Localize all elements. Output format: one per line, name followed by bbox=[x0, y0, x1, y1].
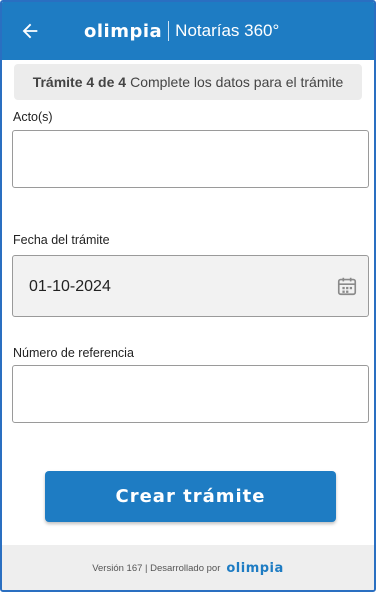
step-banner: Trámite 4 de 4 Complete los datos para e… bbox=[14, 64, 362, 100]
brand-subtitle: Notarías 360° bbox=[175, 21, 280, 40]
brand: OLIMPIA Notarías 360° bbox=[84, 19, 279, 43]
fecha-label: Fecha del trámite bbox=[13, 233, 110, 247]
acto-input[interactable] bbox=[12, 130, 369, 188]
fecha-input[interactable]: 01-10-2024 bbox=[12, 255, 369, 317]
calendar-icon[interactable] bbox=[336, 275, 358, 297]
step-instruction: Complete los datos para el trámite bbox=[130, 74, 344, 90]
referencia-input[interactable] bbox=[12, 365, 369, 423]
footer-olimpia-logo: OLIMPIA bbox=[226, 561, 284, 576]
app-frame: OLIMPIA Notarías 360° Trámite 4 de 4 Com… bbox=[0, 0, 376, 592]
step-indicator: Trámite 4 de 4 bbox=[32, 74, 127, 90]
acto-label: Acto(s) bbox=[13, 110, 53, 124]
olimpia-logo: OLIMPIA bbox=[84, 20, 163, 42]
footer: Versión 167 | Desarrollado por OLIMPIA bbox=[2, 545, 374, 590]
back-button[interactable] bbox=[16, 17, 44, 45]
fecha-value: 01-10-2024 bbox=[29, 278, 111, 295]
version-text: Versión 167 | Desarrollado por bbox=[92, 563, 221, 574]
app-header: OLIMPIA Notarías 360° bbox=[2, 2, 374, 60]
arrow-left-icon bbox=[22, 23, 38, 39]
create-tramite-button[interactable]: Crear trámite bbox=[45, 471, 336, 522]
referencia-label: Número de referencia bbox=[13, 346, 134, 360]
brand-divider bbox=[168, 21, 170, 41]
